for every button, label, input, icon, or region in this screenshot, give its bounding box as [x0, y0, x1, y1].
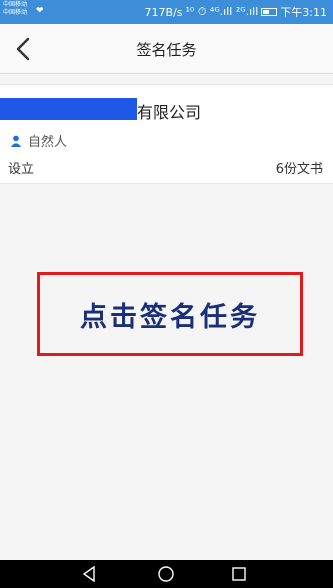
signal-icons: ¹⁰ ⏱ ⁴ᴳ.ıll ²ᴳ.ıll	[185, 5, 259, 18]
carrier-1: 中国移动	[3, 1, 28, 8]
recents-square-icon[interactable]	[229, 564, 249, 584]
company-name: 有限公司	[137, 103, 202, 122]
signer-type-row: 自然人	[10, 131, 67, 150]
redacted-company-name	[0, 98, 137, 120]
clock: 下午3:11	[280, 6, 327, 19]
annotation-text: 点击签名任务	[80, 301, 260, 333]
back-triangle-icon[interactable]	[80, 564, 100, 584]
task-item[interactable]: 有限公司 自然人 设立 6份文书	[0, 84, 333, 184]
nav-bar: 签名任务	[0, 24, 333, 74]
system-nav-bar	[0, 560, 333, 588]
carrier-2: 中国移动	[3, 9, 28, 16]
page-title: 签名任务	[136, 41, 197, 59]
person-icon	[10, 135, 22, 147]
carrier-info: 中国移动 中国移动	[3, 1, 27, 17]
status-bar: 中国移动 中国移动 ❤ 717B/s ¹⁰ ⏱ ⁴ᴳ.ıll ²ᴳ.ıll 下午…	[0, 0, 333, 24]
status-indicators: 717B/s ¹⁰ ⏱ ⁴ᴳ.ıll ²ᴳ.ıll 下午3:11	[145, 4, 327, 20]
network-speed: 717B/s	[144, 5, 183, 19]
battery-icon	[261, 8, 278, 16]
annotation-box: 点击签名任务	[37, 272, 303, 356]
home-circle-icon[interactable]	[156, 564, 176, 584]
document-count: 6份文书	[275, 162, 323, 177]
task-status: 设立	[8, 162, 35, 177]
signer-type: 自然人	[28, 135, 68, 150]
heart-icon: ❤	[36, 6, 44, 16]
